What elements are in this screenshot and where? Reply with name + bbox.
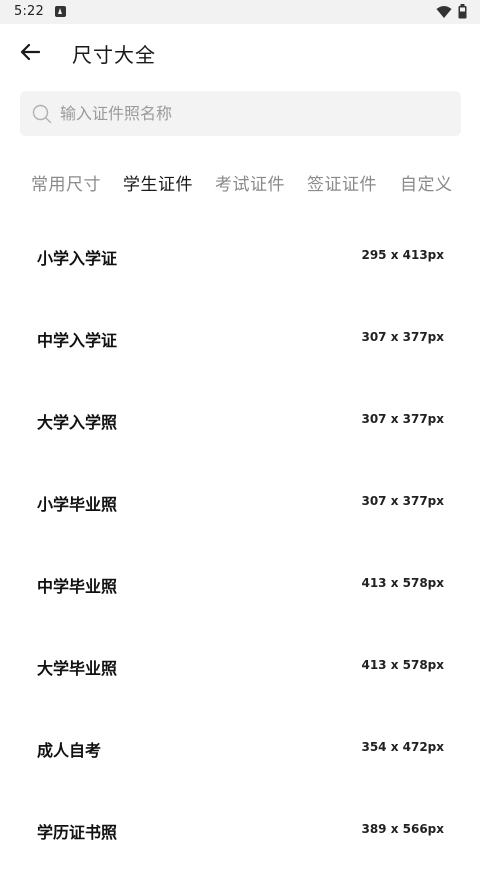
app-bar: 尺寸大全 (0, 24, 480, 80)
size-dimensions: 307 x 377px (361, 494, 444, 508)
size-dimensions: 295 x 413px (361, 248, 444, 262)
list-item[interactable]: 大学毕业照 413 x 578px (0, 625, 480, 707)
search-input[interactable] (60, 104, 440, 123)
status-time: 5:22 (14, 4, 44, 19)
tab-visa-ids[interactable]: 签证证件 (307, 170, 377, 195)
notification-icon (55, 6, 66, 17)
size-dimensions: 307 x 377px (361, 412, 444, 426)
size-name: 成人自考 (37, 741, 102, 760)
size-dimensions: 307 x 377px (361, 330, 444, 344)
size-name: 中学入学证 (37, 331, 118, 350)
size-name: 小学毕业照 (37, 495, 118, 514)
wifi-icon (436, 6, 452, 18)
list-item[interactable]: 中学毕业照 413 x 578px (0, 543, 480, 625)
status-bar: 5:22 (0, 0, 480, 24)
size-name: 学历证书照 (37, 823, 118, 842)
list-item[interactable]: 学历证书照 389 x 566px (0, 789, 480, 871)
search-box[interactable] (20, 91, 461, 136)
list-item[interactable]: 小学入学证 295 x 413px (0, 215, 480, 297)
tab-exam-ids[interactable]: 考试证件 (215, 170, 285, 195)
size-dimensions: 354 x 472px (361, 740, 444, 754)
list-item[interactable]: 小学毕业照 307 x 377px (0, 461, 480, 543)
arrow-left-icon (20, 43, 40, 61)
list-item[interactable]: 成人自考 354 x 472px (0, 707, 480, 789)
size-dimensions: 389 x 566px (361, 822, 444, 836)
category-tabs: 常用尺寸 学生证件 考试证件 签证证件 自定义 (0, 162, 480, 202)
tab-common-sizes[interactable]: 常用尺寸 (31, 170, 101, 195)
tab-student-ids[interactable]: 学生证件 (123, 170, 193, 195)
list-item[interactable]: 大学入学照 307 x 377px (0, 379, 480, 461)
tab-custom[interactable]: 自定义 (400, 170, 453, 195)
battery-icon (458, 4, 467, 19)
list-item[interactable]: 中学入学证 307 x 377px (0, 297, 480, 379)
size-name: 中学毕业照 (37, 577, 118, 596)
size-name: 小学入学证 (37, 249, 118, 268)
size-name: 大学入学照 (37, 413, 118, 432)
size-dimensions: 413 x 578px (361, 658, 444, 672)
back-button[interactable] (12, 34, 48, 70)
search-icon (32, 104, 52, 123)
size-name: 大学毕业照 (37, 659, 118, 678)
page-title: 尺寸大全 (72, 43, 156, 67)
size-dimensions: 413 x 578px (361, 576, 444, 590)
